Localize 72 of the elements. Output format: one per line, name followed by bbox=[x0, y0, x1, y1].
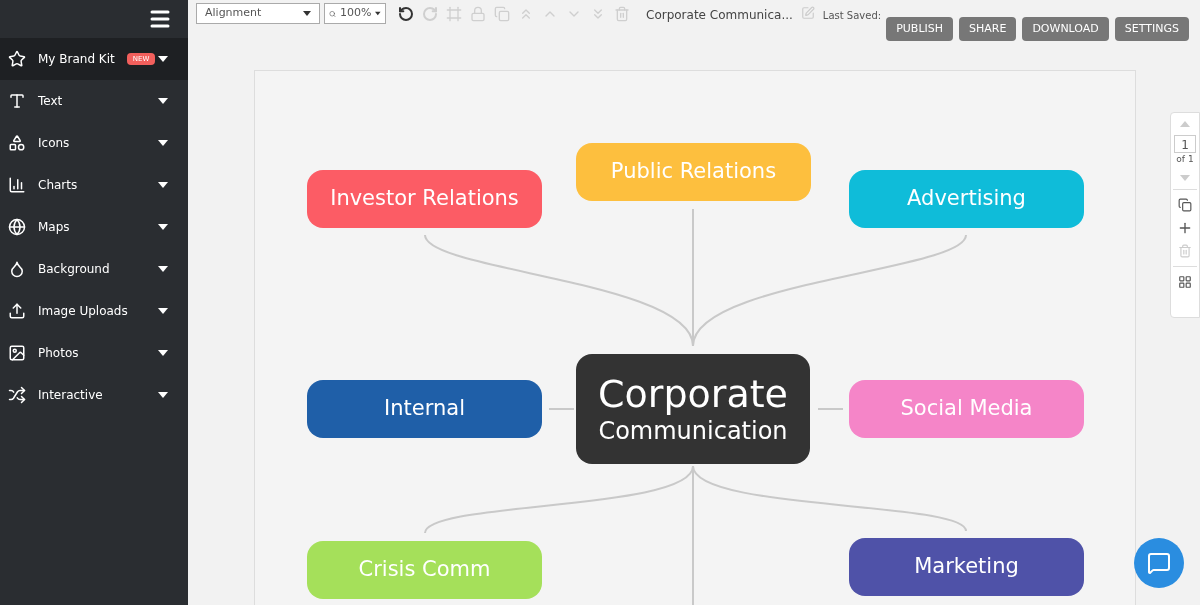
shuffle-icon bbox=[8, 386, 26, 404]
central-node-title: Corporate bbox=[598, 372, 788, 416]
chat-button[interactable] bbox=[1134, 538, 1184, 588]
edit-icon[interactable] bbox=[800, 6, 815, 20]
upload-icon bbox=[8, 302, 26, 320]
topic-node: Advertising bbox=[849, 170, 1084, 228]
chat-icon bbox=[1147, 551, 1171, 575]
topic-node: Social Media bbox=[849, 380, 1084, 438]
sidebar-item-label: My Brand Kit bbox=[38, 51, 115, 68]
page-number-field[interactable]: 1 bbox=[1174, 135, 1196, 153]
last-saved-label: Last Saved: bbox=[822, 9, 882, 23]
caret-icon bbox=[158, 350, 168, 356]
redo-icon[interactable] bbox=[422, 5, 438, 22]
topic-node: Internal bbox=[307, 380, 542, 438]
caret-icon bbox=[158, 98, 168, 104]
sidebar-item[interactable]: Maps bbox=[0, 206, 188, 248]
connector-line bbox=[817, 408, 844, 410]
toolbar-button[interactable]: SHARE bbox=[959, 17, 1017, 41]
sidebar-item[interactable]: Charts bbox=[0, 164, 188, 206]
caret-icon bbox=[303, 11, 311, 16]
document-title[interactable]: Corporate Communica... bbox=[646, 6, 793, 24]
topic-node: Investor Relations bbox=[307, 170, 542, 228]
caret-icon bbox=[158, 56, 168, 62]
topic-node: Marketing bbox=[849, 538, 1084, 596]
caret-icon bbox=[158, 392, 168, 398]
topic-node: Public Relations bbox=[576, 143, 811, 201]
sidebar-item[interactable]: Photos bbox=[0, 332, 188, 374]
sidebar-item-label: Text bbox=[38, 93, 63, 110]
copy-icon[interactable] bbox=[494, 5, 510, 22]
zoom-dropdown[interactable]: 100% bbox=[324, 3, 386, 24]
search-icon bbox=[329, 8, 336, 19]
topic-node: Crisis Comm bbox=[307, 541, 542, 599]
toolbar-button[interactable]: PUBLISH bbox=[886, 17, 953, 41]
grid-icon[interactable] bbox=[1178, 274, 1192, 289]
undo-icon[interactable] bbox=[398, 5, 414, 22]
sidebar-item-label: Background bbox=[38, 261, 110, 278]
page-count: of 1 bbox=[1176, 153, 1194, 166]
sidebar-item[interactable]: Image Uploads bbox=[0, 290, 188, 332]
lock-icon[interactable] bbox=[470, 5, 486, 22]
sidebar-item-label: Photos bbox=[38, 345, 79, 362]
bar-chart-icon bbox=[8, 176, 26, 194]
caret-icon bbox=[158, 266, 168, 272]
connector-line bbox=[548, 408, 575, 410]
trash-icon[interactable] bbox=[614, 5, 630, 22]
caret-icon bbox=[158, 140, 168, 146]
shapes-icon bbox=[8, 134, 26, 152]
text-icon bbox=[8, 92, 26, 110]
star-icon bbox=[8, 50, 26, 68]
sidebar-item-label: Icons bbox=[38, 135, 70, 152]
trash-icon[interactable] bbox=[1178, 243, 1192, 258]
caret-icon bbox=[158, 308, 168, 314]
caret-icon bbox=[375, 11, 381, 16]
globe-icon bbox=[8, 218, 26, 236]
caret-icon bbox=[158, 182, 168, 188]
sidebar-item[interactable]: Icons bbox=[0, 122, 188, 164]
alignment-dropdown[interactable]: Alignment bbox=[196, 3, 320, 24]
drop-icon bbox=[8, 260, 26, 278]
sidebar-item-label: Image Uploads bbox=[38, 303, 128, 320]
toolbar-button[interactable]: SETTINGS bbox=[1114, 17, 1189, 41]
image-icon bbox=[8, 344, 26, 362]
sidebar-item-label: Maps bbox=[38, 219, 70, 236]
sidebar-item[interactable]: Background bbox=[0, 248, 188, 290]
down-arrow-icon[interactable] bbox=[1180, 174, 1190, 181]
sidebar-item[interactable]: Text bbox=[0, 80, 188, 122]
duplicate-icon[interactable] bbox=[1178, 197, 1192, 212]
caret-icon bbox=[158, 224, 168, 230]
toolbar-button[interactable]: DOWNLOAD bbox=[1022, 17, 1109, 41]
central-node-subtitle: Communication bbox=[598, 416, 788, 446]
sidebar-item-label: Interactive bbox=[38, 387, 103, 404]
sidebar-item[interactable]: Interactive bbox=[0, 374, 188, 416]
up-arrow-icon[interactable] bbox=[1180, 121, 1190, 127]
sidebar-item-label: Charts bbox=[38, 177, 78, 194]
